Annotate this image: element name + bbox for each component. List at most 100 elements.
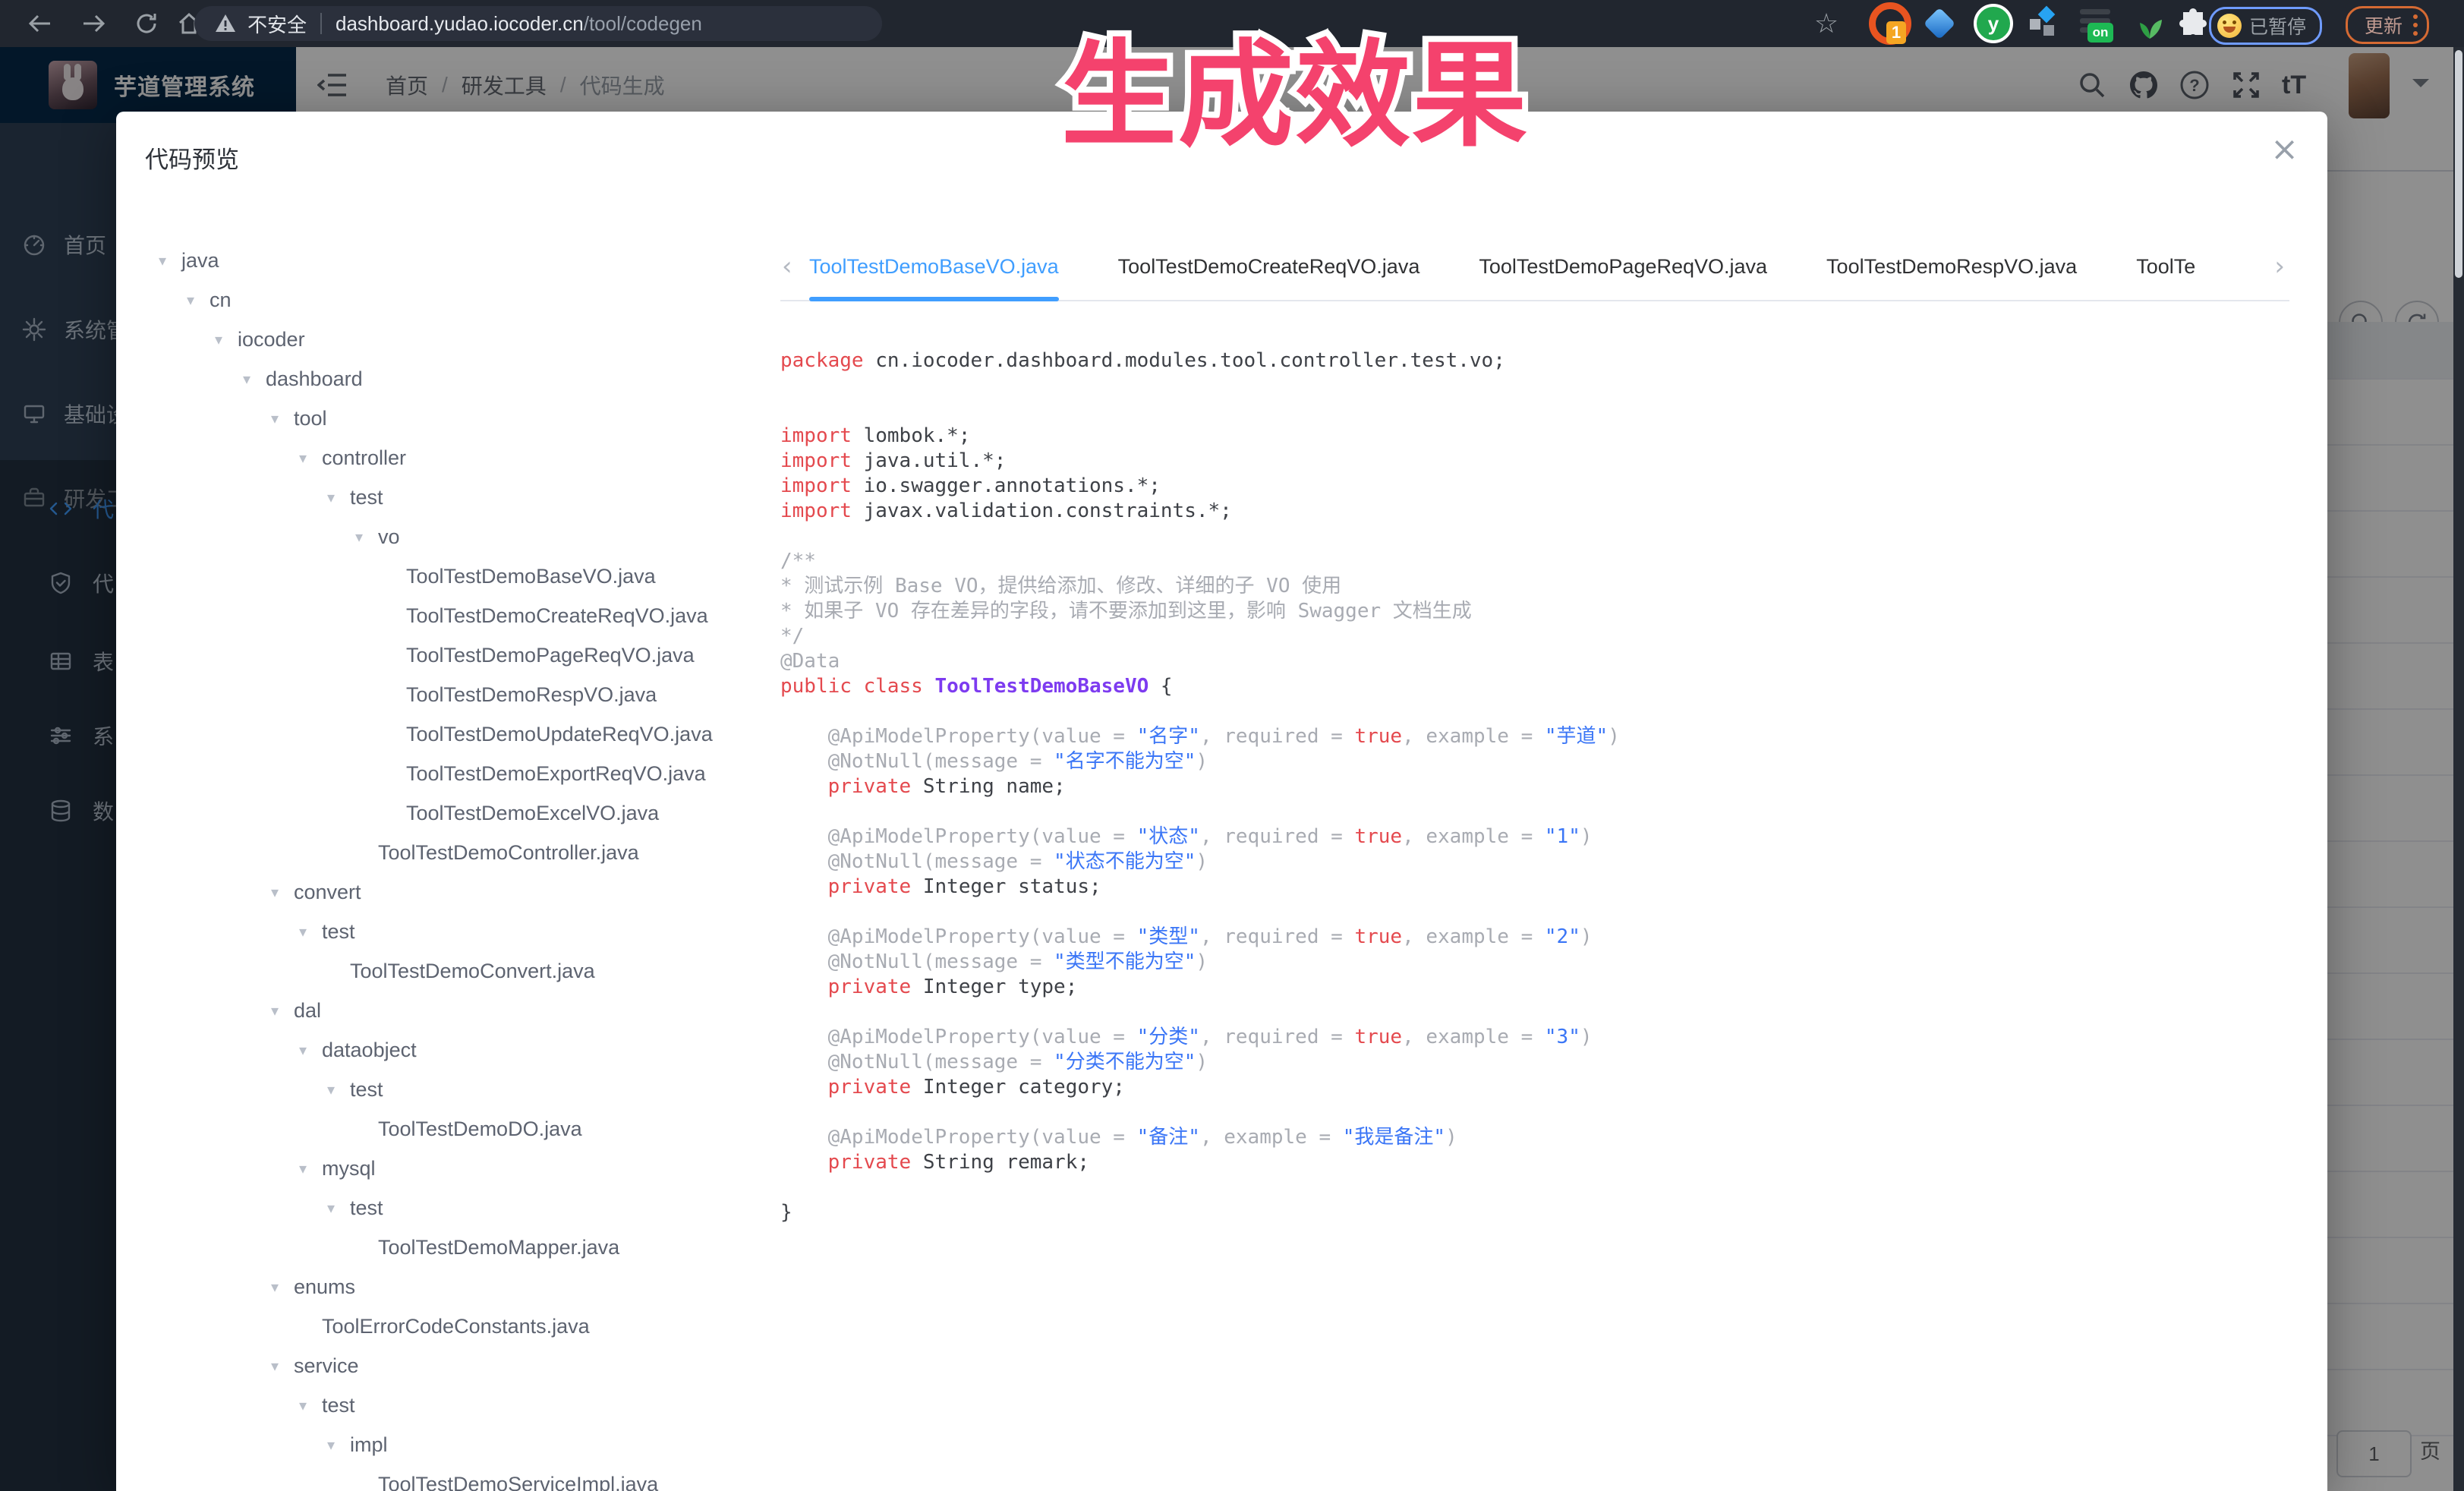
extension-puzzle-icon[interactable] xyxy=(2177,0,2209,47)
tree-node-dir[interactable]: ▾iocoder xyxy=(159,320,765,359)
tree-expand-caret-icon[interactable]: ▾ xyxy=(271,1278,294,1296)
tree-node-dir[interactable]: ▾test xyxy=(159,1385,765,1425)
tree-node-file[interactable]: ToolTestDemoServiceImpl.java xyxy=(159,1464,765,1491)
tree-node-file[interactable]: ToolTestDemoDO.java xyxy=(159,1109,765,1149)
tree-node-dir[interactable]: ▾java xyxy=(159,241,765,280)
code-line: private Integer type; xyxy=(780,975,2327,1000)
chrome-menu-icon[interactable] xyxy=(2413,14,2418,36)
code-line: } xyxy=(780,1200,2327,1225)
tree-expand-caret-icon[interactable]: ▾ xyxy=(327,1436,350,1454)
tree-node-dir[interactable]: ▾service xyxy=(159,1346,765,1385)
tree-expand-caret-icon[interactable]: ▾ xyxy=(355,528,378,546)
security-label: 不安全 xyxy=(247,10,307,38)
code-line: * 测试示例 Base VO，提供给添加、修改、详细的子 VO 使用 xyxy=(780,574,2327,599)
tab-1[interactable]: ToolTestDemoCreateReqVO.java xyxy=(1118,233,1420,300)
tab-2[interactable]: ToolTestDemoPageReqVO.java xyxy=(1479,233,1767,300)
extension-orange-icon[interactable]: 1 xyxy=(1869,0,1911,47)
extension-gem-icon[interactable] xyxy=(1928,0,1951,47)
tree-node-file[interactable]: ToolErrorCodeConstants.java xyxy=(159,1307,765,1346)
tabs-scroll-right-icon[interactable]: › xyxy=(2274,233,2285,300)
paused-extension-pill[interactable]: 已暂停 xyxy=(2209,7,2322,45)
tree-node-dir[interactable]: ▾controller xyxy=(159,438,765,478)
extension-tampermonkey-icon[interactable]: on xyxy=(2078,0,2113,47)
url-path: /tool/codegen xyxy=(584,12,702,36)
tree-expand-caret-icon[interactable]: ▾ xyxy=(243,370,266,388)
tree-expand-caret-icon[interactable]: ▾ xyxy=(299,1396,322,1414)
not-secure-warning-icon[interactable] xyxy=(214,12,237,35)
tree-node-file[interactable]: ToolTestDemoExportReqVO.java xyxy=(159,754,765,793)
extension-sprout-icon[interactable] xyxy=(2135,0,2165,47)
tree-expand-caret-icon[interactable]: ▾ xyxy=(299,1041,322,1059)
browser-forward-icon[interactable] xyxy=(74,0,112,47)
tree-node-file[interactable]: ToolTestDemoCreateReqVO.java xyxy=(159,596,765,635)
tree-node-dir[interactable]: ▾test xyxy=(159,478,765,517)
tree-node-file[interactable]: ToolTestDemoExcelVO.java xyxy=(159,793,765,833)
url-divider xyxy=(320,13,322,34)
tab-3[interactable]: ToolTestDemoRespVO.java xyxy=(1826,233,2077,300)
tree-node-file[interactable]: ToolTestDemoRespVO.java xyxy=(159,675,765,714)
tree-node-file[interactable]: ToolTestDemoPageReqVO.java xyxy=(159,635,765,675)
scrollbar-thumb[interactable] xyxy=(2455,50,2462,278)
code-line: * 如果子 VO 存在差异的字段，请不要添加到这里，影响 Swagger 文档生… xyxy=(780,599,2327,624)
close-icon[interactable]: × xyxy=(2270,133,2299,166)
tree-node-dir[interactable]: ▾vo xyxy=(159,517,765,556)
code-line: import java.util.*; xyxy=(780,449,2327,474)
tree-node-dir[interactable]: ▾enums xyxy=(159,1267,765,1307)
code-line xyxy=(780,799,2327,824)
tree-node-dir[interactable]: ▾test xyxy=(159,1188,765,1228)
tree-expand-caret-icon[interactable]: ▾ xyxy=(327,1080,350,1099)
tree-expand-caret-icon[interactable]: ▾ xyxy=(271,1357,294,1375)
code-line: public class ToolTestDemoBaseVO { xyxy=(780,674,2327,699)
extension-grid-icon[interactable] xyxy=(2028,0,2059,47)
tree-node-file[interactable]: ToolTestDemoController.java xyxy=(159,833,765,872)
tree-expand-caret-icon[interactable]: ▾ xyxy=(271,883,294,901)
code-line: @ApiModelProperty(value = "状态", required… xyxy=(780,824,2327,850)
tree-expand-caret-icon[interactable]: ▾ xyxy=(215,330,238,348)
tree-expand-caret-icon[interactable]: ▾ xyxy=(187,291,210,309)
code-line: */ xyxy=(780,624,2327,649)
tree-expand-caret-icon[interactable]: ▾ xyxy=(299,922,322,941)
browser-update-button[interactable]: 更新 xyxy=(2346,6,2429,44)
file-tabs: ‹ › ToolTestDemoBaseVO.java ToolTestDemoC… xyxy=(780,233,2289,301)
browser-back-icon[interactable] xyxy=(21,0,59,47)
code-line: private String remark; xyxy=(780,1150,2327,1175)
tree-expand-caret-icon[interactable]: ▾ xyxy=(271,1001,294,1020)
tree-node-dir[interactable]: ▾dataobject xyxy=(159,1030,765,1070)
tree-node-dir[interactable]: ▾test xyxy=(159,912,765,951)
tree-expand-caret-icon[interactable]: ▾ xyxy=(159,251,181,270)
tabs-scroll-left-icon[interactable]: ‹ xyxy=(782,233,792,300)
tree-node-file[interactable]: ToolTestDemoMapper.java xyxy=(159,1228,765,1267)
code-line: package cn.iocoder.dashboard.modules.too… xyxy=(780,348,2327,374)
code-line: import io.swagger.annotations.*; xyxy=(780,474,2327,499)
bookmark-star-icon[interactable]: ☆ xyxy=(1807,0,1846,47)
tab-4[interactable]: ToolTe xyxy=(2136,233,2195,300)
tree-expand-caret-icon[interactable]: ▾ xyxy=(299,449,322,467)
tree-node-dir[interactable]: ▾tool xyxy=(159,399,765,438)
tree-node-dir[interactable]: ▾dal xyxy=(159,991,765,1030)
browser-reload-icon[interactable] xyxy=(128,0,165,47)
extension-green-icon[interactable]: y xyxy=(1974,0,2013,47)
tree-node-dir[interactable]: ▾mysql xyxy=(159,1149,765,1188)
tree-expand-caret-icon[interactable]: ▾ xyxy=(271,409,294,427)
code-line: import javax.validation.constraints.*; xyxy=(780,499,2327,524)
tree-node-file[interactable]: ToolTestDemoConvert.java xyxy=(159,951,765,991)
tree-node-dir[interactable]: ▾convert xyxy=(159,872,765,912)
tree-expand-caret-icon[interactable]: ▾ xyxy=(327,488,350,506)
tree-expand-caret-icon[interactable]: ▾ xyxy=(327,1199,350,1217)
tree-expand-caret-icon[interactable]: ▾ xyxy=(299,1159,322,1177)
code-line: @NotNull(message = "状态不能为空") xyxy=(780,850,2327,875)
browser-scrollbar[interactable] xyxy=(2453,47,2464,1491)
url-host: dashboard.yudao.iocoder.cn xyxy=(336,12,584,36)
code-line xyxy=(780,374,2327,399)
file-tree: ▾java▾cn▾iocoder▾dashboard▾tool▾controll… xyxy=(116,233,765,1491)
tree-node-dir[interactable]: ▾cn xyxy=(159,280,765,320)
tree-node-dir[interactable]: ▾impl xyxy=(159,1425,765,1464)
tree-node-file[interactable]: ToolTestDemoUpdateReqVO.java xyxy=(159,714,765,754)
update-label: 更新 xyxy=(2365,11,2403,39)
tree-node-dir[interactable]: ▾dashboard xyxy=(159,359,765,399)
code-line xyxy=(780,1000,2327,1025)
tab-0[interactable]: ToolTestDemoBaseVO.java xyxy=(809,233,1059,300)
tree-node-dir[interactable]: ▾test xyxy=(159,1070,765,1109)
address-bar[interactable]: 不安全 dashboard.yudao.iocoder.cn/tool/code… xyxy=(194,6,882,41)
tree-node-file[interactable]: ToolTestDemoBaseVO.java xyxy=(159,556,765,596)
